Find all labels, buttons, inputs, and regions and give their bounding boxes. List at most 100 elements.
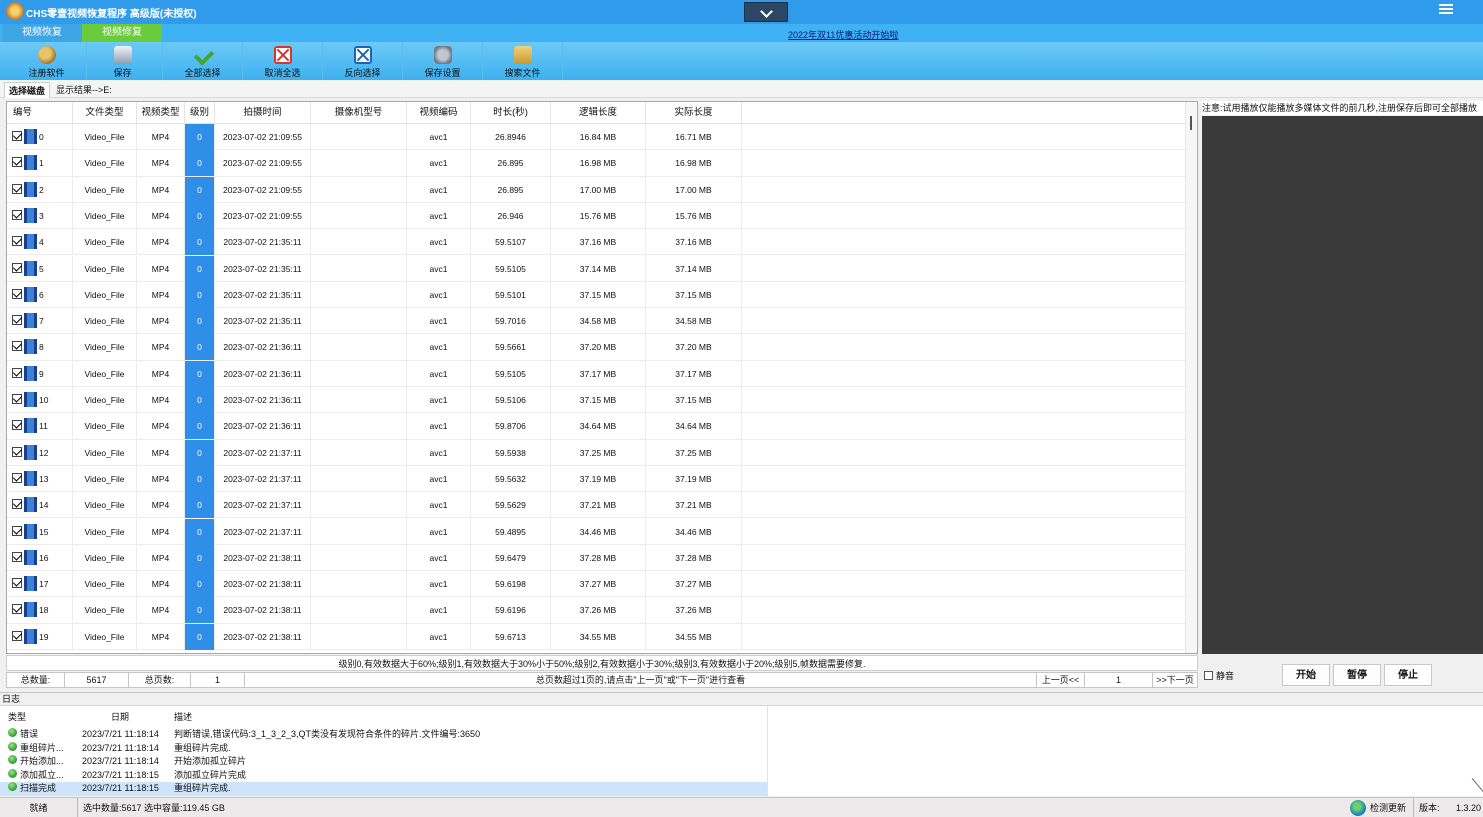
time-cell: 2023-07-02 21:09:55 <box>215 176 311 203</box>
promo-link[interactable]: 2022年双11优惠活动开始啦 <box>788 28 898 41</box>
row-checkbox[interactable] <box>12 262 22 273</box>
row-checkbox[interactable] <box>12 446 22 457</box>
row-checkbox[interactable] <box>12 183 22 194</box>
column-header-duration[interactable]: 时长(秒) <box>471 102 551 124</box>
row-id: 7 <box>39 316 44 327</box>
log-row[interactable]: 开始添加... 2023/7/21 11:18:14 开始添加孤立碎片 <box>0 755 768 769</box>
deselect-all-button[interactable]: 取消全选 <box>243 42 323 80</box>
start-button[interactable]: 开始 <box>1282 664 1330 686</box>
row-checkbox[interactable] <box>12 367 22 378</box>
page-number-input[interactable]: 1 <box>1085 673 1153 687</box>
table-row[interactable]: 7 Video_File MP4 0 2023-07-02 21:35:11 avc1 59… <box>7 308 1187 335</box>
table-row[interactable]: 6 Video_File MP4 0 2023-07-02 21:35:11 avc1 59… <box>7 281 1187 309</box>
row-checkbox[interactable] <box>12 394 22 404</box>
table-row[interactable]: 1 Video_File MP4 0 2023-07-02 21:09:55 avc1 26… <box>7 150 1187 177</box>
row-checkbox[interactable] <box>12 472 22 483</box>
row-id: 10 <box>39 395 49 405</box>
mute-checkbox[interactable]: 静音 <box>1204 669 1234 682</box>
column-header-capture-time[interactable]: 拍摄时间 <box>215 102 311 124</box>
checkbox-icon[interactable] <box>1204 671 1213 680</box>
row-checkbox[interactable] <box>12 236 22 247</box>
column-header-id[interactable]: 编号 <box>7 102 73 124</box>
table-row[interactable]: 14 Video_File MP4 0 2023-07-02 21:37:11 avc1 5… <box>7 492 1187 519</box>
level-cell: 0 <box>185 360 215 387</box>
log-row[interactable]: 添加孤立... 2023/7/21 11:18:15 添加孤立碎片完成 <box>0 768 768 783</box>
column-header-camera-model[interactable]: 摄像机型号 <box>311 102 407 124</box>
select-all-button[interactable]: 全部选择 <box>163 42 243 80</box>
log-row[interactable]: 扫描完成 2023/7/21 11:18:15 重组碎片完成. <box>0 782 768 796</box>
table-row[interactable]: 12 Video_File MP4 0 2023-07-02 21:37:11 avc1 5… <box>7 439 1187 466</box>
column-header-codec[interactable]: 视频编码 <box>407 102 471 124</box>
tab-show-result[interactable]: 显示结果-->E: <box>56 83 112 96</box>
time-cell: 2023-07-02 21:35:11 <box>215 308 311 335</box>
row-checkbox[interactable] <box>12 157 22 168</box>
row-checkbox[interactable] <box>12 578 22 589</box>
hamburger-menu-icon[interactable] <box>1439 2 1453 16</box>
level-cell: 0 <box>185 544 215 571</box>
row-checkbox[interactable] <box>12 499 22 510</box>
video-file-icon <box>24 365 37 381</box>
row-checkbox[interactable] <box>12 525 22 536</box>
camera-cell <box>311 255 407 282</box>
pause-button[interactable]: 暂停 <box>1333 664 1381 686</box>
row-checkbox[interactable] <box>12 551 22 562</box>
row-checkbox[interactable] <box>12 131 22 141</box>
save-button[interactable]: 保存 <box>83 42 163 80</box>
log-date: 2023/7/21 11:18:14 <box>82 729 159 739</box>
column-header-actual-size[interactable]: 实际长度 <box>646 102 742 124</box>
log-row[interactable]: 重组碎片... 2023/7/21 11:18:14 重组碎片完成. <box>0 741 768 756</box>
total-count-label: 总数量: <box>7 673 65 687</box>
collapse-toggle-button[interactable] <box>744 2 788 22</box>
table-row[interactable]: 5 Video_File MP4 0 2023-07-02 21:35:11 avc1 59… <box>7 255 1187 282</box>
table-scrollbar[interactable] <box>1185 102 1197 653</box>
table-row[interactable]: 11 Video_File MP4 0 2023-07-02 21:36:11 avc1 5… <box>7 413 1187 440</box>
row-checkbox[interactable] <box>12 604 22 615</box>
invert-selection-button[interactable]: 反向选择 <box>323 42 403 80</box>
log-column-type[interactable]: 类型 <box>8 710 26 723</box>
table-row[interactable]: 10 Video_File MP4 0 2023-07-02 21:36:11 avc1 5… <box>7 387 1187 414</box>
row-checkbox[interactable] <box>12 209 22 220</box>
resize-grip-icon[interactable] <box>1471 778 1483 794</box>
log-column-desc[interactable]: 描述 <box>174 710 192 723</box>
tab-video-repair[interactable]: 视频修复 <box>82 24 162 42</box>
table-row[interactable]: 0 Video_File MP4 0 2023-07-02 21:09:55 avc1 26… <box>7 124 1187 151</box>
row-checkbox[interactable] <box>12 630 22 641</box>
window-title: CHS零壹视频恢复程序 高级版(未授权) <box>26 9 197 20</box>
search-file-button[interactable]: 搜索文件 <box>483 42 563 80</box>
prev-page-button[interactable]: 上一页<< <box>1037 673 1085 687</box>
row-id: 5 <box>39 263 44 274</box>
status-selection: 选中数量:5617 选中容量:119.45 GB <box>83 803 225 813</box>
table-row[interactable]: 18 Video_File MP4 0 2023-07-02 21:38:11 avc1 5… <box>7 597 1187 624</box>
table-row[interactable]: 16 Video_File MP4 0 2023-07-02 21:38:11 avc1 5… <box>7 544 1187 572</box>
tab-video-recovery[interactable]: 视频恢复 <box>2 24 82 42</box>
row-checkbox[interactable] <box>12 288 22 299</box>
table-row[interactable]: 15 Video_File MP4 0 2023-07-02 21:37:11 avc1 5… <box>7 518 1187 545</box>
table-row[interactable]: 9 Video_File MP4 0 2023-07-02 21:36:11 avc1 59… <box>7 360 1187 387</box>
column-header-file-type[interactable]: 文件类型 <box>73 102 137 124</box>
save-settings-button[interactable]: 保存设置 <box>403 42 483 80</box>
total-pages-label: 总页数: <box>129 673 191 687</box>
next-page-button[interactable]: >>下一页 <box>1153 673 1197 687</box>
logical-cell: 37.14 MB <box>551 255 646 282</box>
scroll-thumb[interactable] <box>1190 116 1192 130</box>
table-row[interactable]: 3 Video_File MP4 0 2023-07-02 21:09:55 avc1 26… <box>7 202 1187 230</box>
table-row[interactable]: 8 Video_File MP4 0 2023-07-02 21:36:11 avc1 59… <box>7 334 1187 361</box>
row-checkbox[interactable] <box>12 420 22 431</box>
register-button[interactable]: 注册软件 <box>7 42 87 80</box>
log-row[interactable]: 错误 2023/7/21 11:18:14 判断错误,错误代码:3_1_3_2_3,… <box>0 728 768 742</box>
log-column-date[interactable]: 日期 <box>111 710 129 723</box>
video-preview[interactable] <box>1202 116 1483 654</box>
row-checkbox[interactable] <box>12 315 22 326</box>
row-checkbox[interactable] <box>12 341 22 352</box>
table-row[interactable]: 4 Video_File MP4 0 2023-07-02 21:35:11 avc1 59… <box>7 229 1187 256</box>
table-row[interactable]: 2 Video_File MP4 0 2023-07-02 21:09:55 avc1 26… <box>7 176 1187 203</box>
tab-select-disk[interactable]: 选择磁盘 <box>4 82 51 98</box>
table-row[interactable]: 13 Video_File MP4 0 2023-07-02 21:37:11 avc1 5… <box>7 465 1187 493</box>
check-update-link[interactable]: 检测更新 <box>1370 798 1414 817</box>
column-header-logical-size[interactable]: 逻辑长度 <box>551 102 646 124</box>
table-row[interactable]: 19 Video_File MP4 0 2023-07-02 21:38:11 avc1 5… <box>7 623 1187 650</box>
stop-button[interactable]: 停止 <box>1384 664 1432 686</box>
column-header-video-type[interactable]: 视频类型 <box>137 102 185 124</box>
table-row[interactable]: 17 Video_File MP4 0 2023-07-02 21:38:11 avc1 5… <box>7 571 1187 598</box>
column-header-level[interactable]: 级别 <box>185 102 215 124</box>
